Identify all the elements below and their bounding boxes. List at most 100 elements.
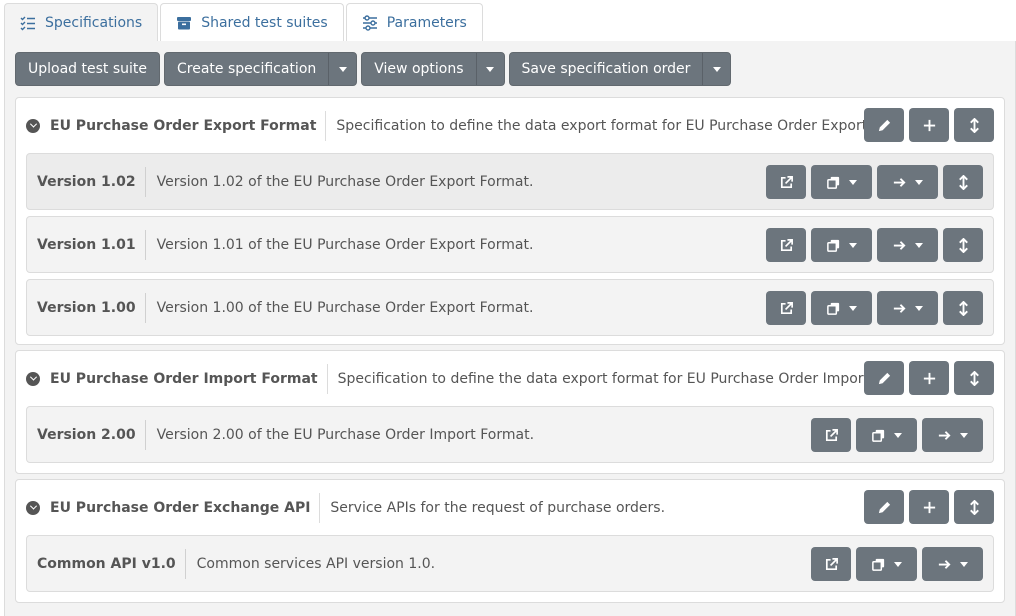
version-row[interactable]: Version 1.00 Version 1.00 of the EU Purc… <box>26 279 994 336</box>
specification-description: Service APIs for the request of purchase… <box>330 499 666 516</box>
reorder-handle[interactable] <box>943 228 983 262</box>
caret-down-icon <box>849 242 857 248</box>
specification-actions <box>864 490 994 524</box>
reorder-handle[interactable] <box>954 361 994 395</box>
plus-icon <box>923 119 935 131</box>
version-name: Version 1.00 <box>37 292 146 323</box>
collapse-chevron-icon[interactable] <box>26 500 40 515</box>
caret-down-icon <box>960 432 968 438</box>
external-link-icon <box>780 301 793 314</box>
vertical-arrows-icon <box>969 499 979 515</box>
version-actions <box>811 418 983 452</box>
specification-header[interactable]: EU Purchase Order Import Format Specific… <box>16 351 1004 406</box>
collapse-chevron-icon[interactable] <box>26 371 40 386</box>
vertical-arrows-icon <box>958 300 968 316</box>
arrow-right-icon <box>893 303 906 313</box>
specification-description: Specification to define the data export … <box>337 370 881 387</box>
version-description: Version 1.01 of the EU Purchase Order Ex… <box>156 236 534 253</box>
upload-test-suite-label: Upload test suite <box>28 61 147 77</box>
move-version-dropdown[interactable] <box>877 165 938 199</box>
version-row[interactable]: Common API v1.0 Common services API vers… <box>26 535 994 592</box>
edit-specification-button[interactable] <box>864 490 904 524</box>
vertical-arrows-icon <box>969 117 979 133</box>
add-version-button[interactable] <box>909 490 949 524</box>
copy-version-dropdown[interactable] <box>811 291 872 325</box>
edit-specification-button[interactable] <box>864 361 904 395</box>
view-options-dropdown-toggle[interactable] <box>475 53 504 85</box>
caret-down-icon <box>894 432 902 438</box>
version-name: Common API v1.0 <box>37 548 186 579</box>
tab-specifications-label: Specifications <box>45 15 143 31</box>
copy-icon <box>827 239 840 252</box>
open-version-button[interactable] <box>811 418 851 452</box>
create-specification-dropdown-toggle[interactable] <box>328 53 356 85</box>
specification-group: EU Purchase Order Exchange API Service A… <box>15 479 1005 603</box>
pencil-icon <box>878 119 890 131</box>
version-description: Common services API version 1.0. <box>196 555 436 572</box>
move-version-dropdown[interactable] <box>922 418 983 452</box>
reorder-handle[interactable] <box>943 291 983 325</box>
create-specification-label: Create specification <box>177 61 317 77</box>
copy-version-dropdown[interactable] <box>811 165 872 199</box>
specification-name: EU Purchase Order Exchange API <box>50 492 321 523</box>
save-specification-order-dropdown-toggle[interactable] <box>702 53 730 85</box>
arrow-right-icon <box>893 177 906 187</box>
vertical-arrows-icon <box>969 370 979 386</box>
collapse-chevron-icon[interactable] <box>26 118 40 133</box>
version-actions <box>766 291 983 325</box>
move-version-dropdown[interactable] <box>877 228 938 262</box>
add-version-button[interactable] <box>909 361 949 395</box>
move-version-dropdown[interactable] <box>877 291 938 325</box>
sliders-icon <box>362 15 377 31</box>
version-row[interactable]: Version 1.01 Version 1.01 of the EU Purc… <box>26 216 994 273</box>
specification-name: EU Purchase Order Export Format <box>50 110 327 141</box>
pencil-icon <box>878 372 890 384</box>
tab-bar: Specifications Shared test suites Parame… <box>4 3 483 42</box>
open-version-button[interactable] <box>766 291 806 325</box>
save-specification-order-button[interactable]: Save specification order <box>508 52 732 86</box>
reorder-handle[interactable] <box>954 490 994 524</box>
archive-icon <box>177 17 192 30</box>
version-name: Version 1.02 <box>37 166 146 197</box>
open-version-button[interactable] <box>766 228 806 262</box>
reorder-handle[interactable] <box>954 108 994 142</box>
reorder-handle[interactable] <box>943 165 983 199</box>
tab-specifications[interactable]: Specifications <box>4 3 159 42</box>
external-link-icon <box>780 175 793 188</box>
specification-actions <box>864 361 994 395</box>
edit-specification-button[interactable] <box>864 108 904 142</box>
view-options-button[interactable]: View options <box>361 52 505 86</box>
arrow-right-icon <box>938 559 951 569</box>
external-link-icon <box>825 557 838 570</box>
version-description: Version 1.00 of the EU Purchase Order Ex… <box>156 299 534 316</box>
open-version-button[interactable] <box>811 547 851 581</box>
open-version-button[interactable] <box>766 165 806 199</box>
specification-group: EU Purchase Order Import Format Specific… <box>15 350 1005 474</box>
specification-header[interactable]: EU Purchase Order Exchange API Service A… <box>16 480 1004 535</box>
specification-name: EU Purchase Order Import Format <box>50 363 328 394</box>
add-version-button[interactable] <box>909 108 949 142</box>
specification-header[interactable]: EU Purchase Order Export Format Specific… <box>16 98 1004 153</box>
caret-down-icon <box>849 305 857 311</box>
tab-parameters[interactable]: Parameters <box>345 3 483 42</box>
copy-icon <box>872 429 885 442</box>
move-version-dropdown[interactable] <box>922 547 983 581</box>
caret-down-icon <box>849 179 857 185</box>
copy-version-dropdown[interactable] <box>856 547 917 581</box>
arrow-right-icon <box>893 240 906 250</box>
external-link-icon <box>780 238 793 251</box>
version-row[interactable]: Version 1.02 Version 1.02 of the EU Purc… <box>26 153 994 210</box>
specification-description: Specification to define the data export … <box>336 117 879 134</box>
tab-shared-test-suites[interactable]: Shared test suites <box>160 3 344 42</box>
plus-icon <box>923 372 935 384</box>
upload-test-suite-button[interactable]: Upload test suite <box>15 52 160 86</box>
caret-down-icon <box>915 305 923 311</box>
version-actions <box>811 547 983 581</box>
plus-icon <box>923 501 935 513</box>
copy-version-dropdown[interactable] <box>811 228 872 262</box>
specifications-panel: Upload test suite Create specification V… <box>4 41 1016 616</box>
create-specification-button[interactable]: Create specification <box>164 52 358 86</box>
copy-icon <box>827 302 840 315</box>
copy-version-dropdown[interactable] <box>856 418 917 452</box>
version-row[interactable]: Version 2.00 Version 2.00 of the EU Purc… <box>26 406 994 463</box>
